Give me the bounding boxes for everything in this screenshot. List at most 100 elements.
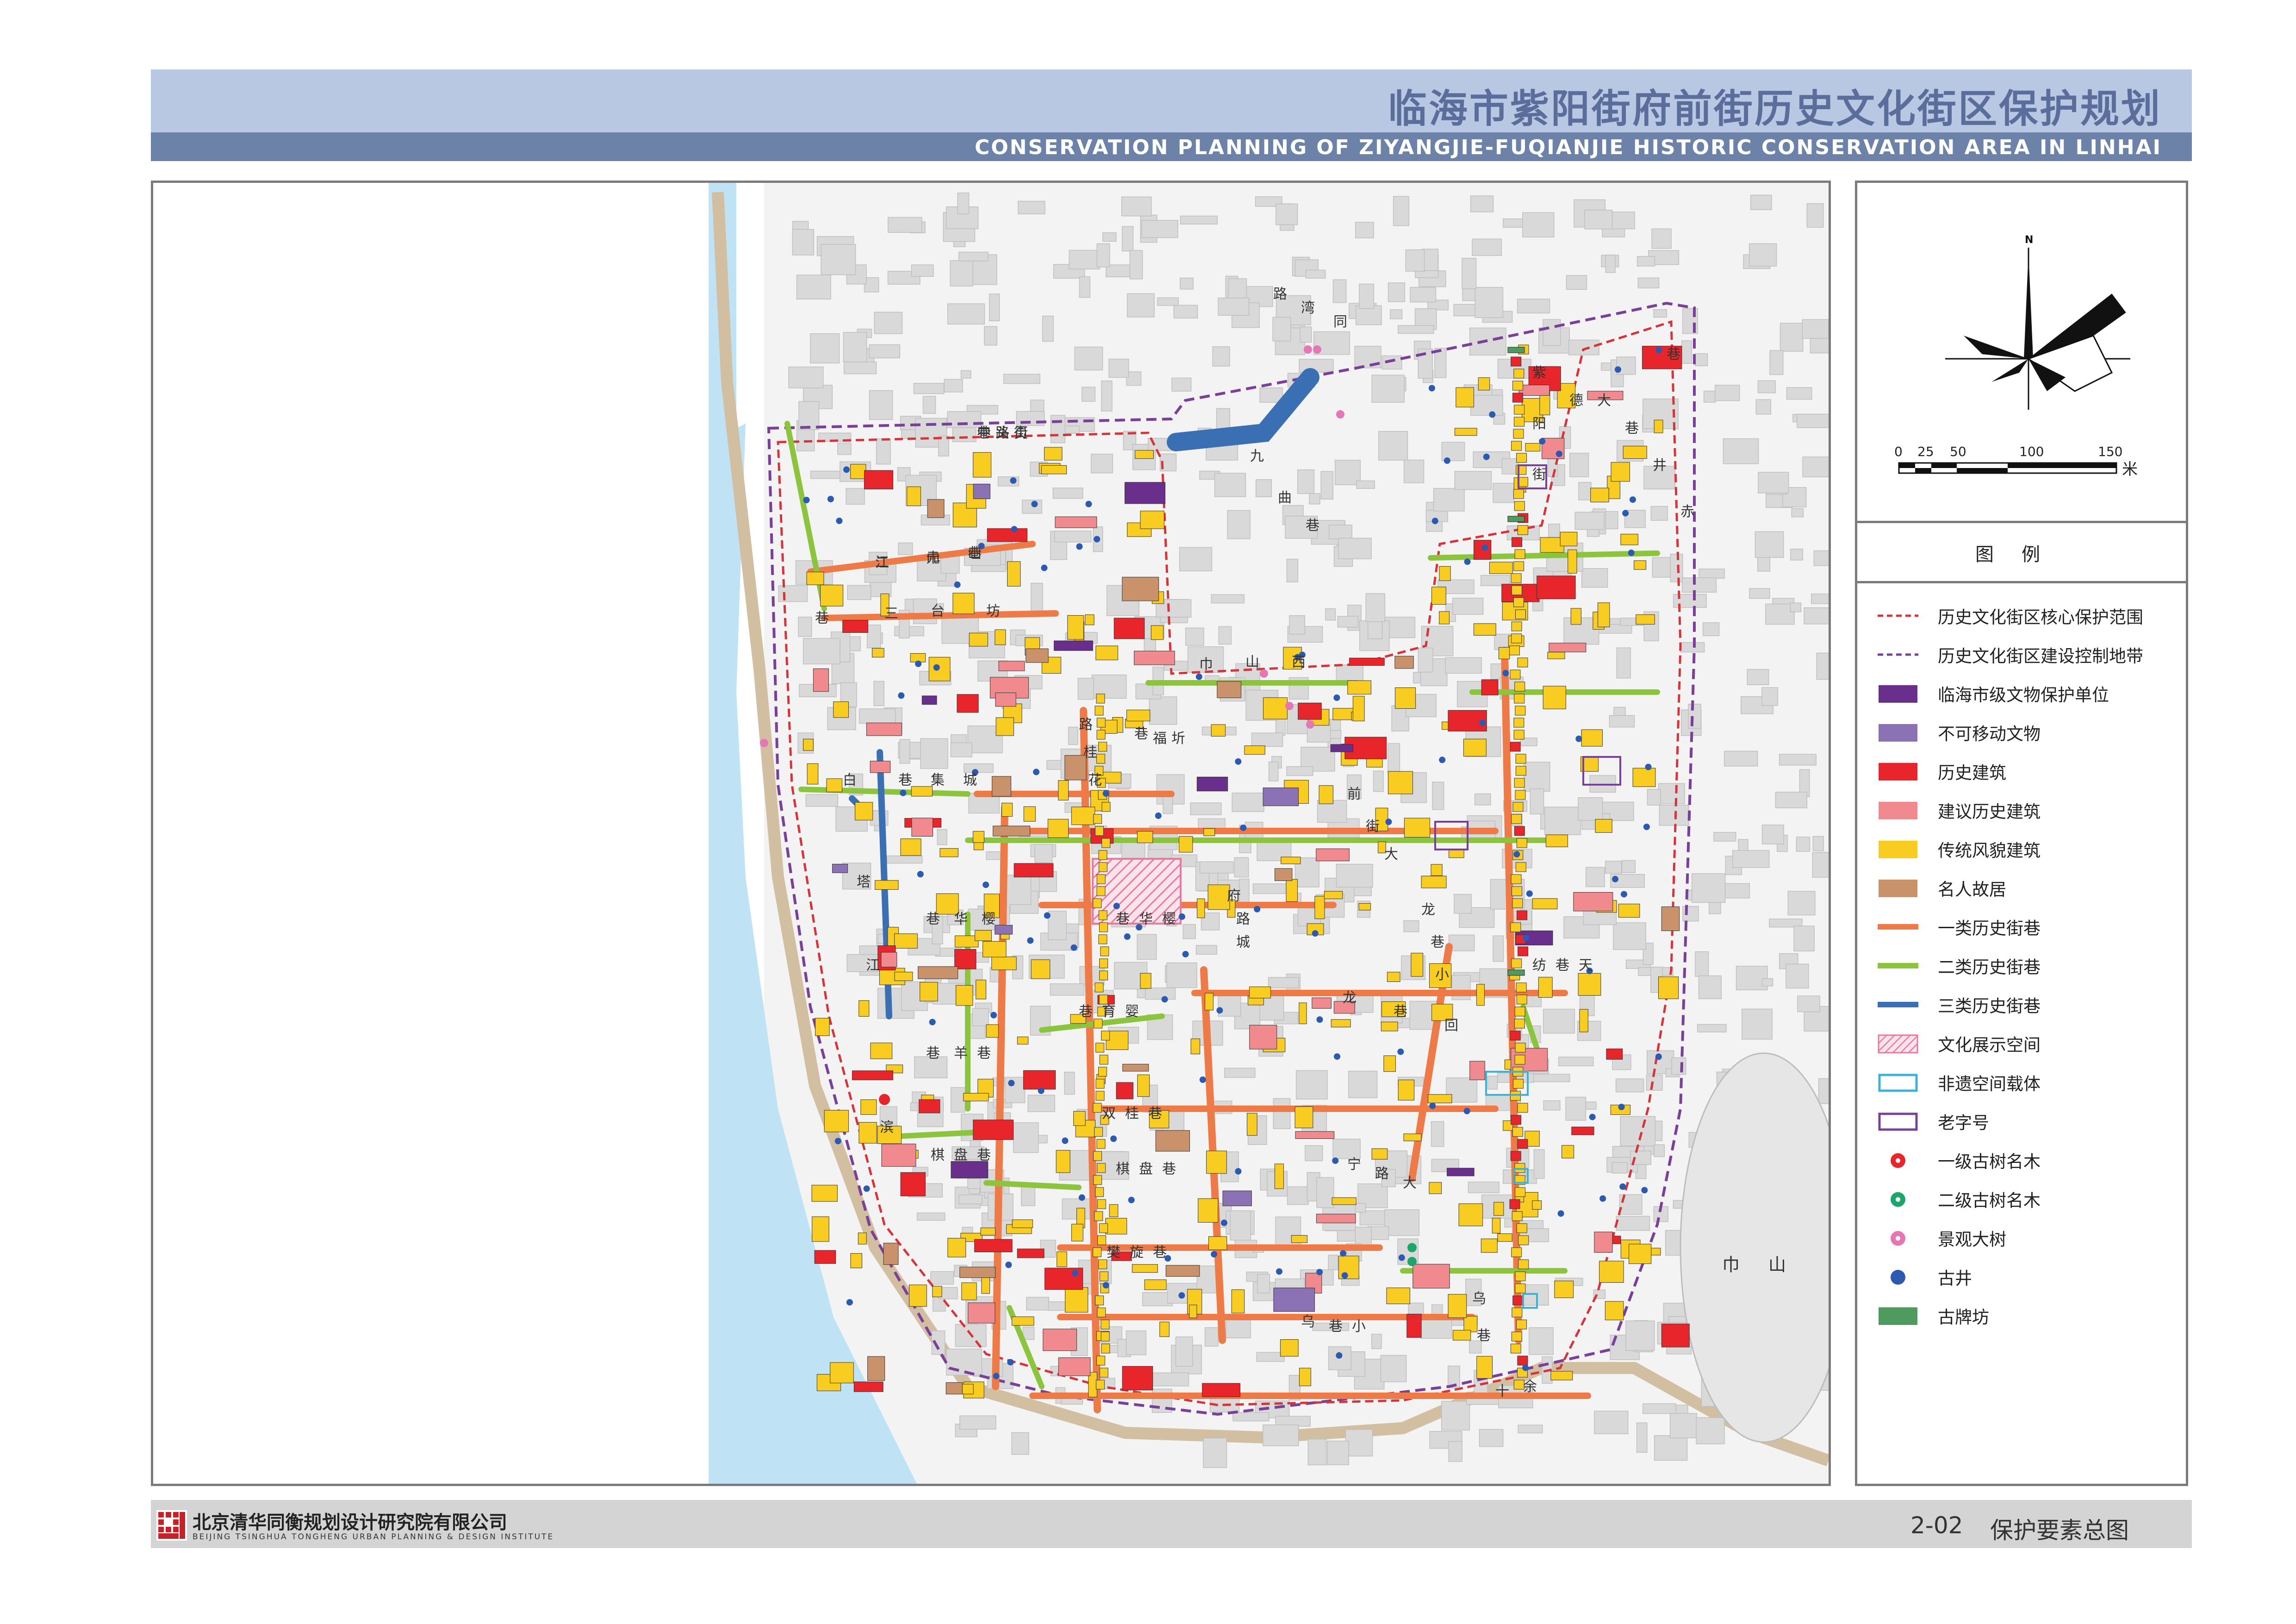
protected-building xyxy=(1097,1199,1106,1209)
street-label: 巷 xyxy=(1625,420,1639,437)
building xyxy=(1166,962,1197,988)
building xyxy=(1681,577,1717,593)
street-label: 巷 xyxy=(926,1045,940,1062)
building xyxy=(1030,400,1045,412)
protected-building xyxy=(1093,1151,1102,1161)
building xyxy=(1129,250,1143,280)
protected-building xyxy=(1515,1283,1526,1293)
legend-symbol xyxy=(1876,602,1920,630)
street-label: 巷 xyxy=(1148,1106,1162,1122)
protected-building xyxy=(976,980,986,999)
building xyxy=(1749,588,1770,599)
building xyxy=(957,192,970,214)
protected-building xyxy=(1515,609,1526,619)
protected-building xyxy=(1570,608,1581,625)
street-label: 曲 xyxy=(1278,490,1292,506)
protected-building xyxy=(1518,1235,1529,1245)
building xyxy=(1122,226,1134,252)
protected-building xyxy=(969,632,988,647)
well-icon xyxy=(1182,951,1189,958)
building xyxy=(1173,305,1198,319)
protected-building xyxy=(1463,1316,1478,1332)
legend-label: 传统风貌建筑 xyxy=(1938,841,2041,861)
well-icon xyxy=(1178,1292,1185,1299)
well-icon xyxy=(1062,1137,1069,1144)
street-label: 街 xyxy=(1366,818,1380,835)
building xyxy=(1584,209,1613,230)
first-class-tree-icon xyxy=(879,1094,890,1105)
archway-icon xyxy=(1507,969,1525,976)
protected-building xyxy=(1280,1339,1299,1357)
protected-building xyxy=(1056,1150,1070,1173)
protected-building xyxy=(1476,1356,1493,1379)
building xyxy=(1255,479,1272,497)
street-label: 巷 xyxy=(1153,1244,1167,1261)
building xyxy=(1522,212,1555,237)
building xyxy=(1046,760,1062,770)
building xyxy=(1195,945,1218,955)
building xyxy=(937,829,947,845)
protected-building xyxy=(1097,1163,1106,1173)
building xyxy=(1757,380,1776,394)
building xyxy=(1157,297,1179,306)
street-label: 华 xyxy=(954,911,968,927)
protected-building xyxy=(1513,718,1524,728)
protected-building xyxy=(1352,696,1365,721)
protected-building xyxy=(1511,1115,1522,1125)
protected-building xyxy=(956,985,973,1006)
protected-building xyxy=(1208,1236,1227,1250)
legend-symbol xyxy=(1876,1107,1920,1135)
protected-building xyxy=(1514,1018,1525,1029)
protected-building xyxy=(1017,1249,1045,1258)
protected-building xyxy=(1137,831,1153,843)
building xyxy=(1612,1162,1628,1174)
protected-building xyxy=(1515,1043,1526,1053)
building xyxy=(1256,1352,1285,1362)
protected-building xyxy=(1411,953,1424,977)
protected-building xyxy=(1517,910,1528,920)
building xyxy=(1669,1413,1697,1438)
legend-item: 二级古树名木 xyxy=(1876,1185,2041,1213)
protected-building xyxy=(957,694,979,713)
protected-building xyxy=(1478,377,1490,391)
well-icon xyxy=(863,1185,870,1192)
street-label: 双 xyxy=(1102,1106,1116,1122)
building xyxy=(1257,1274,1270,1293)
legend-label: 历史建筑 xyxy=(1938,763,2006,783)
protected-building xyxy=(1439,566,1451,581)
protected-building xyxy=(1096,1139,1106,1149)
building xyxy=(1212,346,1230,367)
conservation-map[interactable]: 灵 江 巾 山 xyxy=(709,183,1829,1484)
legend-symbol xyxy=(1876,1302,1920,1330)
well-icon xyxy=(1195,673,1202,680)
legend-symbol xyxy=(1876,1185,1920,1213)
protected-building xyxy=(1661,906,1680,931)
building xyxy=(920,738,948,769)
well-icon xyxy=(1556,450,1562,457)
well-icon xyxy=(1513,851,1520,858)
building xyxy=(989,294,1000,321)
building xyxy=(1433,488,1465,512)
protected-building xyxy=(920,982,938,1001)
building xyxy=(1263,1424,1299,1446)
building xyxy=(950,1087,965,1113)
building xyxy=(1569,453,1589,477)
building xyxy=(1780,323,1804,352)
protected-building xyxy=(1071,806,1095,825)
well-icon xyxy=(1235,1168,1242,1175)
protected-building xyxy=(1099,1368,1108,1378)
building xyxy=(1472,238,1502,256)
building xyxy=(1566,275,1587,290)
protected-building xyxy=(1449,849,1464,858)
protected-building xyxy=(1513,369,1524,379)
building xyxy=(1818,1078,1829,1104)
well-icon xyxy=(1110,1135,1117,1142)
well-icon xyxy=(933,664,940,671)
building xyxy=(1454,894,1472,914)
street-label: 坊 xyxy=(986,603,1000,619)
protected-building xyxy=(824,1110,849,1132)
well-icon xyxy=(1161,996,1168,1003)
protected-building xyxy=(1047,819,1069,838)
street-label: 纺 xyxy=(1532,957,1546,974)
building xyxy=(959,1415,996,1430)
